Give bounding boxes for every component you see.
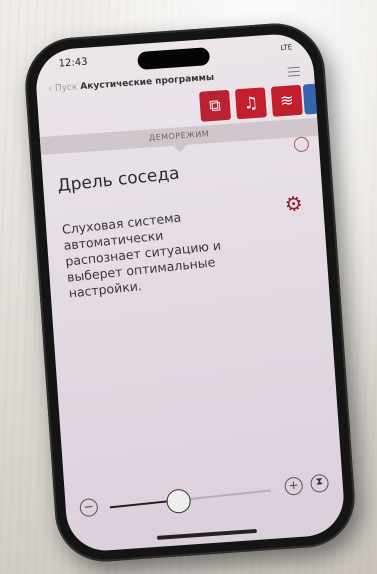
program-selector: ⧉ ♫ ≋ [199,82,335,122]
status-time: 12:43 [58,56,88,70]
program-title: Дрель соседа [56,163,181,197]
noise-program-icon[interactable]: ≋ [270,84,303,117]
program-description: Слуховая система автоматически распознае… [61,209,222,301]
back-label: Пуск [54,82,78,94]
back-button[interactable]: ‹ Пуск [48,82,78,94]
volume-up-button[interactable]: + [283,476,304,496]
extra-program-icon[interactable] [302,82,335,115]
demo-bar-notch [172,144,188,153]
volume-down-button[interactable]: − [78,497,99,518]
hourglass-icon[interactable]: ⧗ [309,473,330,494]
volume-control: − + ⧗ [78,468,330,524]
page-title: Акустические программы [80,72,215,93]
status-network: LTE [280,43,293,53]
gear-icon[interactable]: ⚙ [283,191,303,217]
menu-icon[interactable] [287,66,301,80]
demo-toggle-icon[interactable] [293,136,310,153]
volume-slider[interactable] [109,488,272,515]
speech-program-icon[interactable]: ⧉ [199,89,232,122]
program-content: Дрель соседа ⚙ Слуховая система автомати… [56,151,312,302]
dynamic-island [137,47,211,71]
music-program-icon[interactable]: ♫ [234,87,267,120]
volume-slider-thumb[interactable] [165,488,192,515]
phone-screen: 12:43 LTE ‹ Пуск Акустические программы … [33,31,347,554]
phone: 12:43 LTE ‹ Пуск Акустические программы … [22,20,358,565]
home-indicator [156,528,257,540]
photo-background: 12:43 LTE ‹ Пуск Акустические программы … [0,0,377,574]
